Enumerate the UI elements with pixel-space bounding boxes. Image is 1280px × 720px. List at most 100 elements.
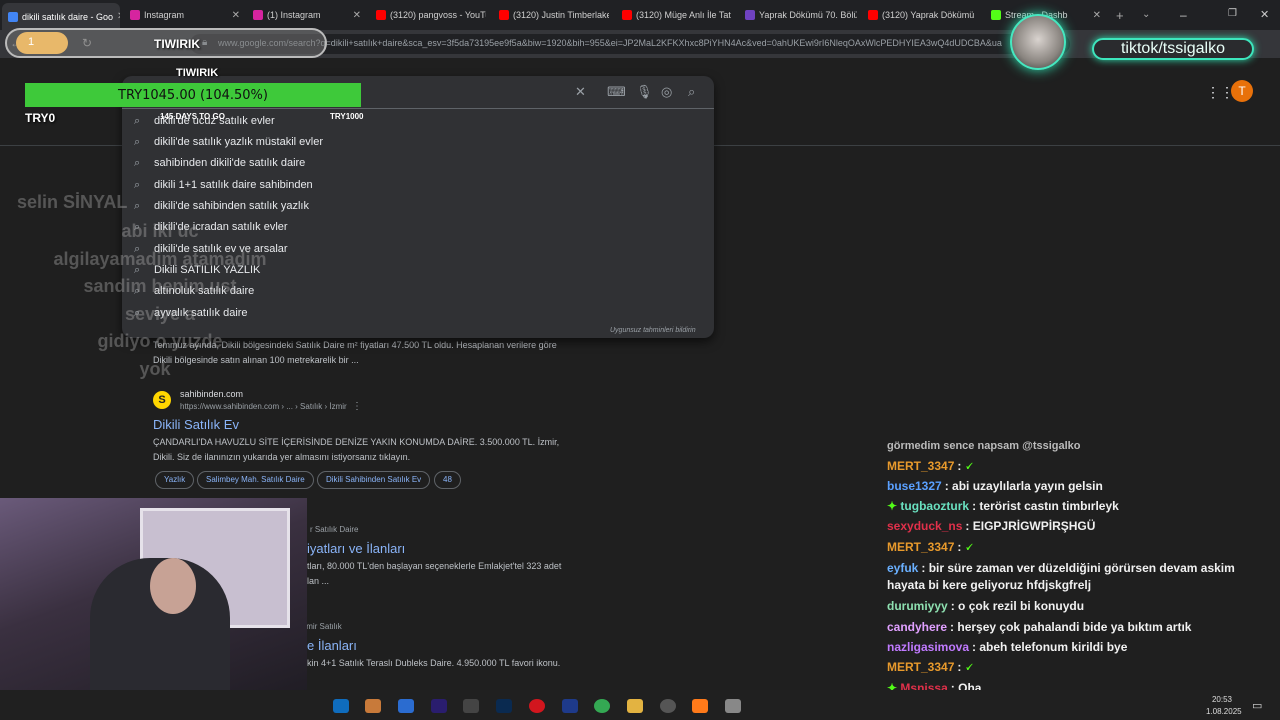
chat-message: nazligasimova: abeh telefonum kirildi by… <box>887 640 1128 654</box>
apps-grid-icon[interactable]: ⋮⋮ <box>1206 84 1234 101</box>
chat-message: görmedim sence napsam @tssigalko <box>887 440 1081 452</box>
close-window-button[interactable]: ✕ <box>1260 8 1269 21</box>
alert-line: gidiyo o yuzde <box>97 331 223 351</box>
new-tab-button[interactable]: + <box>1116 8 1124 23</box>
search-icon: ⌕ <box>134 156 141 169</box>
result-more-icon[interactable]: ⋮ <box>352 401 362 412</box>
tab-youtube-yaprak[interactable]: (3120) Yaprak Dökümü ✕ <box>868 6 978 24</box>
result-desc-line1: ÇANDARLI'DA HAVUZLU SİTE İÇERİSİNDE DENİ… <box>153 437 560 447</box>
tab-search-chevron-icon[interactable]: ⌄ <box>1142 9 1150 20</box>
tiwirik-label-top: TIWIRIK <box>154 37 200 51</box>
youtube-favicon-icon <box>868 10 878 20</box>
minimize-button[interactable]: – <box>1180 8 1187 22</box>
chat-message: candyhere: herşey çok pahalandi bide ya … <box>887 620 1192 634</box>
result-desc-line2: Dikili. Siz de ilanınızın yukarıda yer a… <box>153 452 411 462</box>
app-icon[interactable] <box>463 699 479 713</box>
suggestion-item[interactable]: ⌕ sahibinden dikili'de satılık daire <box>134 153 305 173</box>
result3-title[interactable]: e İlanları <box>307 638 357 653</box>
tab-youtube-justin[interactable]: (3120) Justin Timberlake ✕ <box>499 6 609 24</box>
overlay-progress-pill <box>16 32 68 54</box>
outlook-icon[interactable] <box>333 699 349 713</box>
search-icon[interactable]: ⌕ <box>688 84 695 100</box>
result2-title[interactable]: iyatları ve İlanları <box>307 541 405 556</box>
alert-line: algilayamadim atamadim <box>53 249 267 269</box>
badge-icon: ✦ <box>887 499 898 513</box>
overlay-counter: 1 <box>28 36 35 48</box>
instagram-favicon-icon <box>130 10 140 20</box>
goal-amount: TRY1045.00 (104.50%) <box>118 88 268 103</box>
tab-google-search[interactable]: dikili satılık daire - Goo ✕ <box>2 3 120 30</box>
taskbar-date[interactable]: 1.08.2025 <box>1206 707 1242 716</box>
chip-yazlik[interactable]: Yazlık <box>155 471 195 489</box>
person-head <box>150 558 196 614</box>
search-icon: ⌕ <box>134 114 141 127</box>
result2-path: r Satılık Daire <box>310 525 359 534</box>
google-favicon-icon <box>8 11 18 22</box>
tiwirik-label: TIWIRIK <box>176 67 219 79</box>
notifications-icon[interactable]: ▭ <box>1252 699 1262 712</box>
chip-salimbey[interactable]: Salimbey Mah. Satılık Daire <box>197 471 314 489</box>
webcam-feed <box>0 498 307 720</box>
restore-button[interactable]: ❐ <box>1228 8 1237 19</box>
app-icon[interactable] <box>562 699 578 713</box>
close-tab-icon[interactable]: ✕ <box>1093 10 1101 21</box>
result2-desc1: tları, 80.000 TL'den başlayan seçenekler… <box>307 561 562 571</box>
chat-message: sexyduck_ns: EIGPJRİGWPİRŞHGÜ <box>887 519 1096 533</box>
app-icon[interactable] <box>398 699 414 713</box>
account-avatar[interactable]: T <box>1231 80 1253 102</box>
chip-dikili-sahibinden[interactable]: Dikili Sahibinden Satılık Ev <box>317 471 431 489</box>
chat-message: buse1327: abi uzaylılarla yayın gelsin <box>887 479 1103 493</box>
alert-line: yok <box>139 359 171 379</box>
goal-end: TRY1000 <box>330 112 364 121</box>
report-predictions-link[interactable]: Uygunsuz tahminleri bildirin <box>610 327 696 334</box>
app-icon[interactable] <box>365 699 381 713</box>
search-icon: ⌕ <box>134 135 141 148</box>
instagram-favicon-icon <box>253 10 263 20</box>
firefox-icon[interactable] <box>692 699 708 713</box>
keyboard-icon[interactable]: ⌨ <box>607 84 626 100</box>
lens-icon[interactable]: ◎ <box>661 84 672 100</box>
suggestion-item[interactable]: ⌕ dikili'de satılık yazlık müstakil evler <box>134 132 323 152</box>
taskbar-time[interactable]: 20:53 <box>1206 695 1232 704</box>
tab-instagram-2[interactable]: (1) Instagram ✕ <box>253 6 361 24</box>
chat-message: MERT_3347: 🗸 <box>887 540 974 554</box>
photoshop-icon[interactable] <box>496 699 512 713</box>
tab-youtube-muge[interactable]: (3120) Müge Anlı İle Tat ✕ <box>622 6 734 24</box>
goal-days-left: 145 DAYS TO GO <box>160 112 225 121</box>
result3-desc: kin 4+1 Satılık Teraslı Dubleks Daire. 4… <box>307 658 561 668</box>
result-title-dikili-satilik-ev[interactable]: Dikili Satılık Ev <box>153 417 239 432</box>
tab-yaprak-dokumu[interactable]: Yaprak Dökümü 70. Bölü ✕ <box>745 6 857 24</box>
sahibinden-favicon-icon: S <box>153 391 171 409</box>
clear-search-icon[interactable]: ✕ <box>575 84 586 100</box>
alert-line: selin SİNYAL <box>17 192 128 212</box>
chat-message: MERT_3347: 🗸 <box>887 660 974 674</box>
result2-desc2: lan ... <box>307 576 330 586</box>
alert-line: seviye a <box>124 304 196 324</box>
chat-message: eyfuk: bir süre zaman ver düzeldiğini gö… <box>887 561 1235 592</box>
opera-icon[interactable] <box>529 699 545 713</box>
close-tab-icon[interactable]: ✕ <box>117 11 120 22</box>
microphone-icon[interactable]: 🎙︎ <box>636 84 653 100</box>
streamer-avatar <box>1010 14 1066 70</box>
close-tab-icon[interactable]: ✕ <box>353 10 361 21</box>
chat-message: MERT_3347: 🗸 <box>887 459 974 473</box>
tiktok-handle: tiktok/tssigalko <box>1092 38 1254 60</box>
suggest-divider <box>122 108 714 109</box>
youtube-favicon-icon <box>499 10 509 20</box>
kick-favicon-icon <box>991 10 1001 20</box>
file-explorer-icon[interactable] <box>627 699 643 713</box>
result-site-path: https://www.sahibinden.com › ... › Satıl… <box>180 402 347 411</box>
close-tab-icon[interactable]: ✕ <box>232 10 240 21</box>
alert-line: abi iki uc <box>121 221 199 241</box>
tab-instagram[interactable]: Instagram ✕ <box>130 6 240 24</box>
obs-icon[interactable] <box>660 699 676 713</box>
chip-more[interactable]: 48 <box>434 471 461 489</box>
premiere-icon[interactable] <box>431 699 447 713</box>
youtube-favicon-icon <box>622 10 632 20</box>
tab-youtube-pangvoss[interactable]: (3120) pangvoss - YouTu ✕ <box>376 6 486 24</box>
chrome-icon[interactable] <box>594 699 610 713</box>
app-icon[interactable] <box>725 699 741 713</box>
goal-start: TRY0 <box>25 111 56 125</box>
chat-message: ✦ tugbaozturk: terörist castın timbırley… <box>887 499 1119 513</box>
search-icon: ⌕ <box>134 178 141 191</box>
